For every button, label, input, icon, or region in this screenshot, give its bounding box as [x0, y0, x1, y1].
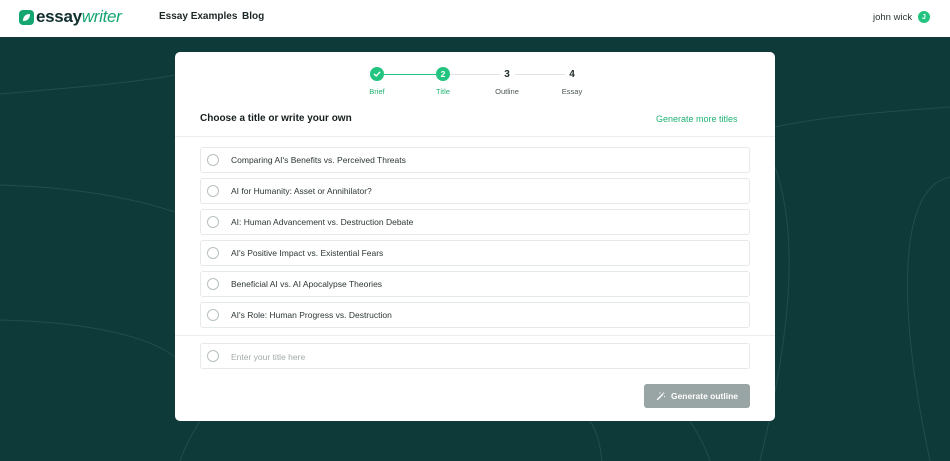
radio-button[interactable] [207, 247, 219, 259]
radio-button[interactable] [207, 185, 219, 197]
divider [175, 136, 775, 137]
title-option[interactable]: Comparing AI's Benefits vs. Perceived Th… [200, 147, 750, 173]
avatar[interactable]: J [918, 11, 930, 23]
nav-essay-examples[interactable]: Essay Examples [159, 11, 237, 22]
step-label: Title [436, 87, 450, 96]
title-option-text: Comparing AI's Benefits vs. Perceived Th… [231, 155, 406, 165]
title-option-text: AI's Role: Human Progress vs. Destructio… [231, 310, 392, 320]
step-essay[interactable]: 4 Essay [552, 67, 592, 97]
step-label: Outline [495, 87, 519, 96]
divider [175, 335, 775, 336]
title-option-text: Beneficial AI vs. AI Apocalypse Theories [231, 279, 383, 289]
title-option[interactable]: Beneficial AI vs. AI Apocalypse Theories [200, 271, 750, 297]
title-selection-card: Brief 2 Title 3 Outline 4 Essay Choose a… [175, 52, 775, 421]
radio-button[interactable] [207, 216, 219, 228]
logo[interactable]: essay writer [19, 7, 122, 26]
custom-title-input[interactable] [231, 350, 741, 363]
radio-button[interactable] [207, 154, 219, 166]
generate-more-titles-link[interactable]: Generate more titles [656, 114, 738, 124]
title-option-text: AI: Human Advancement vs. Destruction De… [231, 217, 414, 227]
step-brief[interactable]: Brief [357, 67, 397, 96]
generate-outline-button[interactable]: Generate outline [644, 384, 750, 408]
progress-stepper: Brief 2 Title 3 Outline 4 Essay [175, 52, 775, 102]
step-number: 4 [569, 68, 575, 80]
logo-leaf-icon [19, 9, 34, 25]
title-option[interactable]: AI's Role: Human Progress vs. Destructio… [200, 302, 750, 328]
title-option[interactable]: AI's Positive Impact vs. Existential Fea… [200, 240, 750, 266]
step-title[interactable]: 2 Title [423, 67, 463, 96]
logo-text-essay: essay [36, 7, 82, 26]
generate-outline-label: Generate outline [670, 391, 739, 401]
step-number: 3 [504, 68, 510, 80]
top-bar: essay writer Essay Examples Blog john wi… [0, 0, 950, 37]
title-option[interactable]: AI for Humanity: Asset or Annihilator? [200, 178, 750, 204]
step-label: Essay [561, 87, 583, 96]
user-name[interactable]: john wick [873, 12, 912, 23]
radio-button[interactable] [207, 309, 219, 321]
logo-text-writer: writer [81, 7, 122, 26]
custom-title-option[interactable] [200, 343, 750, 369]
magic-wand-icon [656, 391, 666, 401]
step-outline[interactable]: 3 Outline [487, 67, 527, 97]
title-option[interactable]: AI: Human Advancement vs. Destruction De… [200, 209, 750, 235]
radio-button[interactable] [207, 350, 219, 362]
check-icon [370, 67, 384, 81]
nav-blog[interactable]: Blog [242, 11, 264, 22]
step-number: 2 [436, 67, 450, 81]
step-label: Brief [369, 87, 385, 96]
radio-button[interactable] [207, 278, 219, 290]
title-option-text: AI for Humanity: Asset or Annihilator? [231, 186, 372, 196]
card-title: Choose a title or write your own [200, 113, 352, 124]
title-option-text: AI's Positive Impact vs. Existential Fea… [231, 248, 384, 258]
